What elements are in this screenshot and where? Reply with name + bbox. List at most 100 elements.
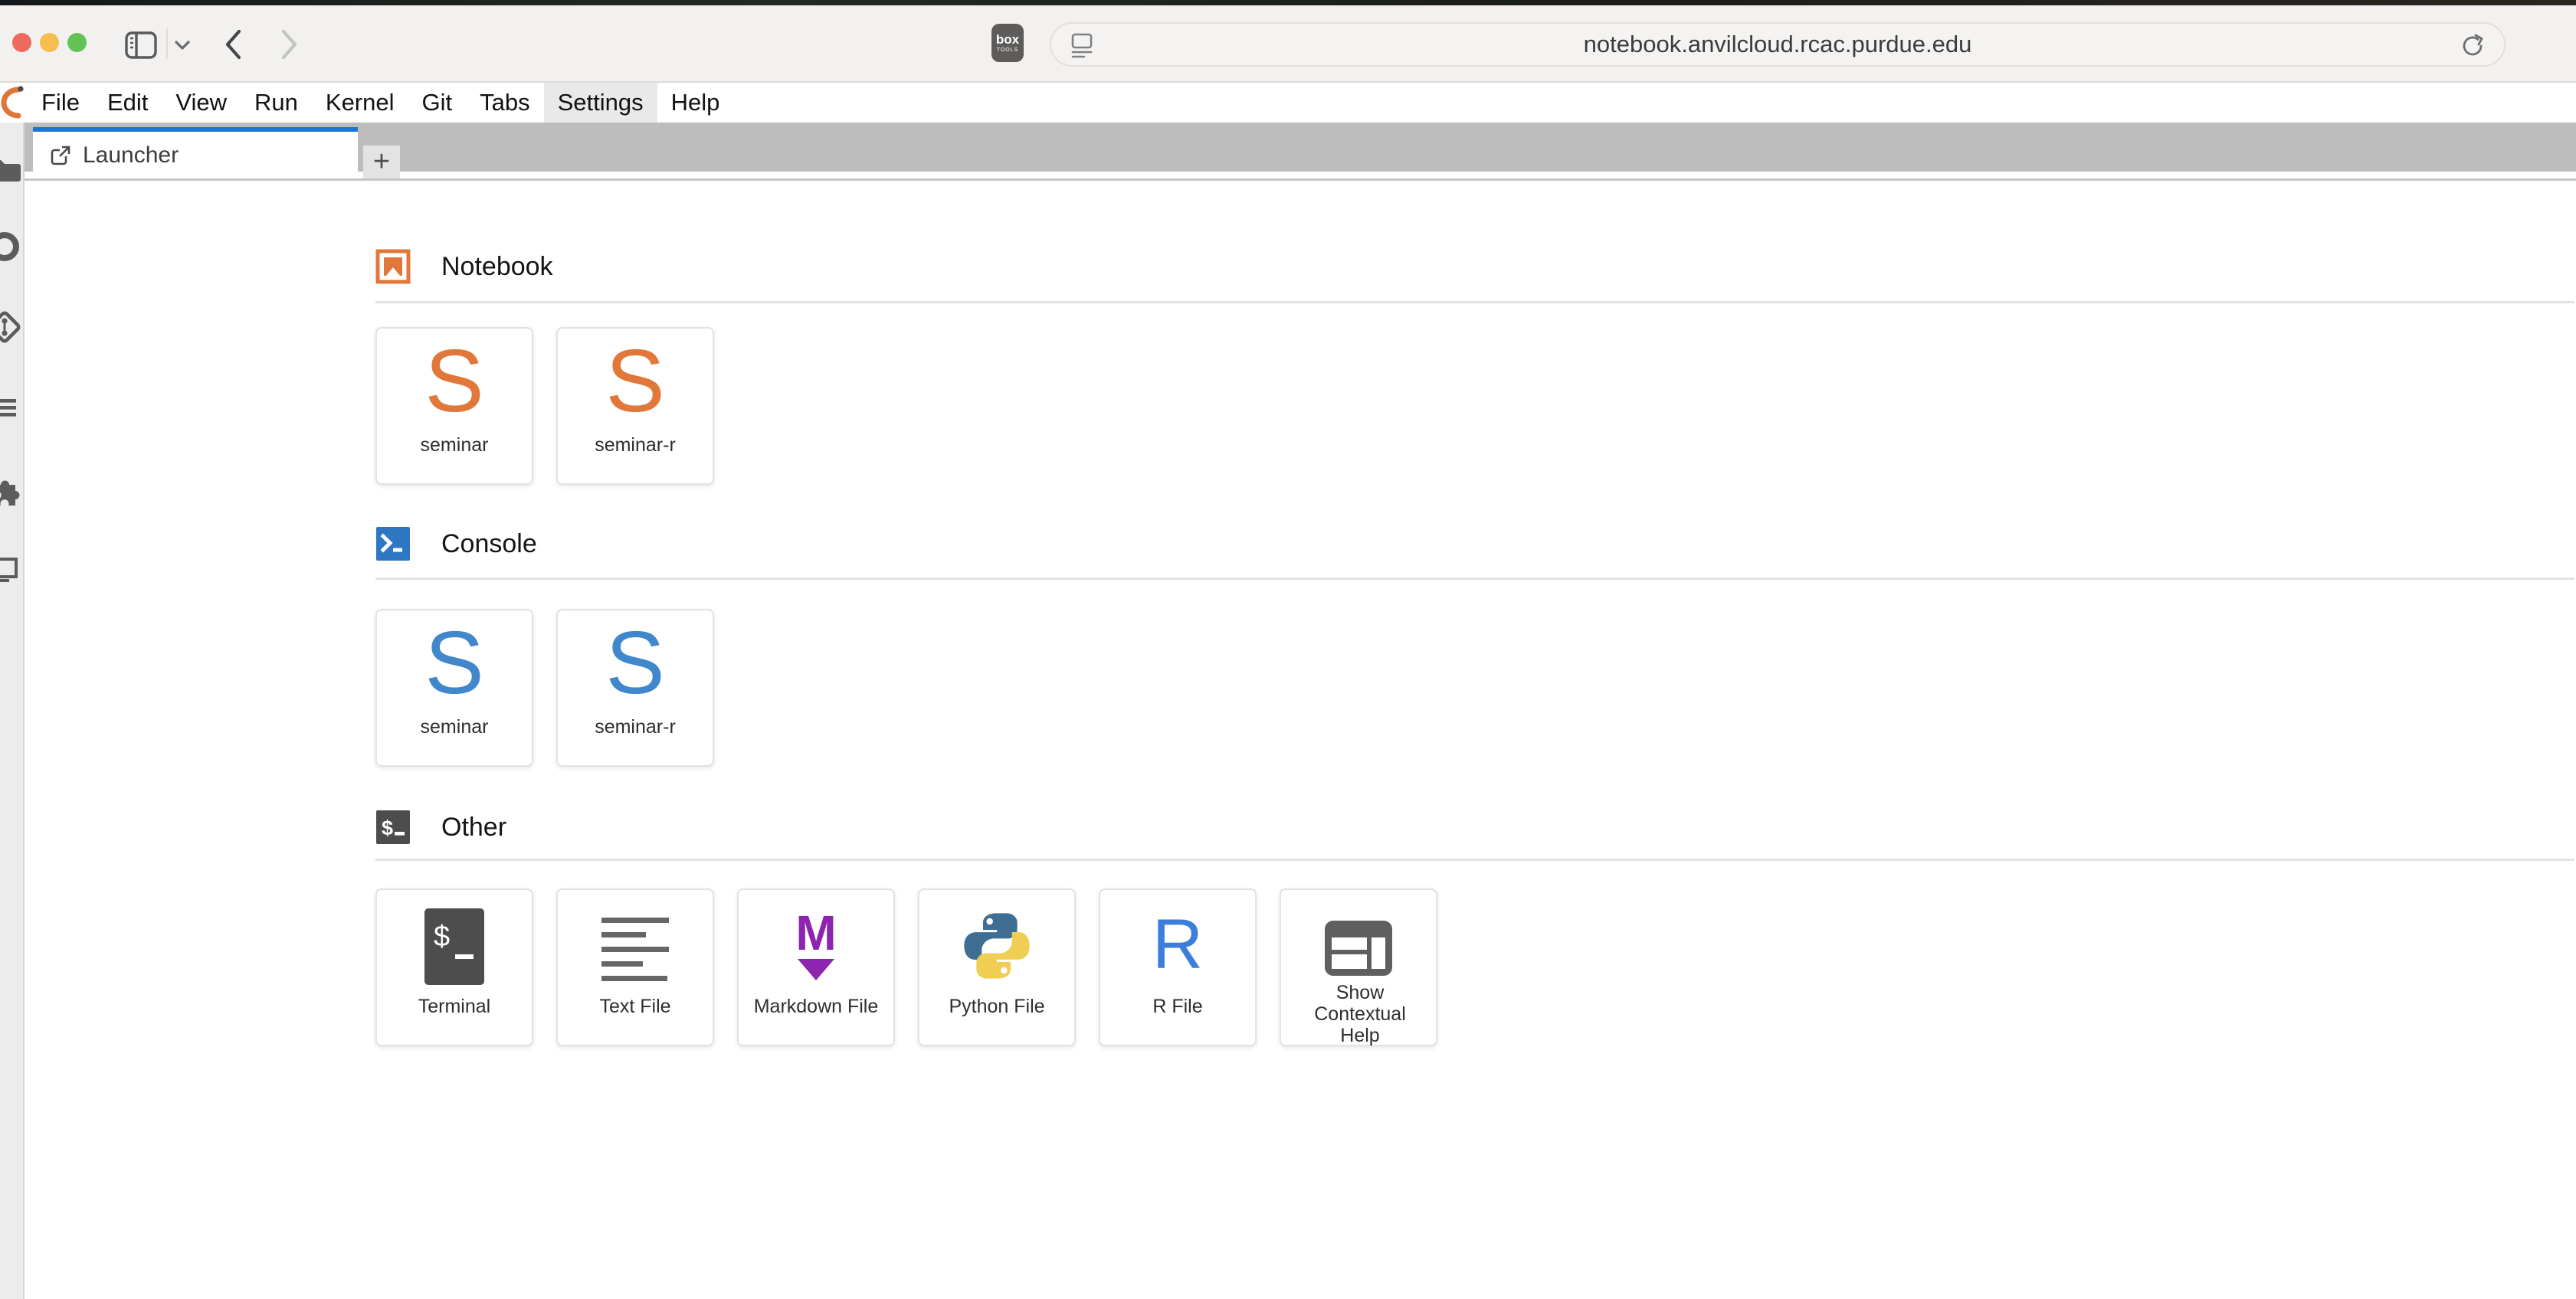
zoom-window-button[interactable]: [67, 33, 87, 52]
card-icon-area: R: [1100, 890, 1255, 994]
running-sessions-icon[interactable]: [0, 229, 22, 264]
launcher-card-show-contextual-help[interactable]: Show Contextual Help: [1280, 888, 1437, 1046]
menu-item-file[interactable]: File: [28, 83, 93, 123]
markdown-arrow: [798, 959, 834, 980]
card-label: Text File: [558, 996, 713, 1017]
card-icon-area: $: [377, 890, 532, 994]
screen: box TOOLS notebook.anvilcloud.rcac.purdu…: [0, 0, 2576, 1299]
launcher-card-python-file[interactable]: Python File: [918, 888, 1076, 1046]
r-file-icon: R: [1152, 909, 1203, 980]
tabbar-gap: [25, 172, 2576, 178]
kernel-glyph: S: [558, 618, 713, 707]
terminal-section-icon: $: [375, 810, 411, 845]
launcher-card-console-seminar[interactable]: S seminar: [375, 609, 533, 767]
app-logo-icon: [0, 83, 31, 122]
card-label: seminar: [377, 434, 532, 456]
console-cards: S seminar S seminar-r: [375, 609, 2576, 767]
underscore-glyph: [455, 954, 474, 959]
markdown-m-glyph: M: [795, 911, 836, 956]
launcher-card-terminal[interactable]: $ Terminal: [375, 888, 533, 1046]
extension-manager-icon[interactable]: [0, 472, 22, 507]
menu-item-tabs[interactable]: Tabs: [466, 83, 543, 123]
menu-item-settings[interactable]: Settings: [544, 83, 657, 123]
section-divider: [375, 859, 2574, 861]
main-dock-panel: Launcher + Notebook: [25, 123, 2576, 1299]
card-label: seminar: [377, 716, 532, 738]
menu-items: File Edit View Run Kernel Git Tabs Setti…: [28, 83, 733, 123]
menu-item-view[interactable]: View: [162, 83, 241, 123]
extension-sublabel: TOOLS: [991, 47, 1024, 53]
toolbar-divider: [166, 28, 168, 59]
section-title: Other: [441, 813, 506, 843]
card-label: Python File: [919, 996, 1074, 1017]
jupyterlab-menubar: File Edit View Run Kernel Git Tabs Setti…: [0, 83, 2576, 123]
table-of-contents-icon[interactable]: [0, 390, 22, 425]
open-tabs-icon[interactable]: [0, 552, 22, 587]
desktop-edge-strip: [0, 0, 2576, 5]
kernel-glyph: S: [558, 336, 713, 425]
kernel-glyph: S: [377, 618, 532, 707]
launcher-card-notebook-seminar-r[interactable]: S seminar-r: [556, 327, 714, 485]
box-tools-extension-button[interactable]: box TOOLS: [991, 24, 1024, 62]
menu-item-help[interactable]: Help: [657, 83, 734, 123]
left-activity-sidebar: [0, 123, 25, 1299]
section-header-console: Console: [375, 526, 2576, 561]
address-bar[interactable]: notebook.anvilcloud.rcac.purdue.edu: [1050, 22, 2506, 67]
card-label: seminar-r: [558, 716, 713, 738]
launcher-card-text-file[interactable]: Text File: [556, 888, 714, 1046]
card-label: Show Contextual Help: [1293, 982, 1427, 1046]
notebook-icon: [375, 249, 411, 284]
card-label: seminar-r: [558, 434, 713, 456]
section-divider: [375, 578, 2574, 580]
chevron-down-icon[interactable]: [173, 39, 192, 51]
terminal-icon: $: [424, 908, 484, 985]
launcher-icon: [50, 145, 71, 166]
git-icon[interactable]: [0, 309, 22, 345]
new-tab-button[interactable]: +: [363, 146, 400, 178]
menu-item-edit[interactable]: Edit: [93, 83, 162, 123]
launcher-panel: Notebook S seminar S seminar-r: [25, 181, 2576, 1299]
browser-toolbar: box TOOLS notebook.anvilcloud.rcac.purdu…: [0, 5, 2576, 83]
markdown-icon: M: [795, 911, 836, 980]
sidebar-toggle-icon[interactable]: [124, 30, 158, 61]
notebook-cards: S seminar S seminar-r: [375, 327, 2576, 485]
kernel-glyph: S: [377, 336, 532, 425]
back-button-icon[interactable]: [222, 28, 244, 61]
launcher-card-markdown-file[interactable]: M Markdown File: [737, 888, 895, 1046]
extension-label: box: [991, 33, 1024, 46]
card-icon-area: [1281, 890, 1436, 994]
tab-launcher[interactable]: Launcher: [33, 127, 358, 178]
file-browser-icon[interactable]: [0, 152, 22, 187]
forward-button-icon[interactable]: [279, 28, 300, 61]
minimize-window-button[interactable]: [40, 33, 59, 52]
url-text: notebook.anvilcloud.rcac.purdue.edu: [1051, 24, 2504, 65]
menu-item-git[interactable]: Git: [408, 83, 467, 123]
section-title: Console: [441, 529, 537, 559]
menu-item-run[interactable]: Run: [241, 83, 312, 123]
reload-icon[interactable]: [2460, 32, 2486, 60]
close-window-button[interactable]: [12, 33, 31, 52]
text-file-icon: [601, 918, 669, 981]
svg-text:$: $: [382, 816, 393, 839]
card-label: R File: [1100, 996, 1255, 1017]
python-icon: [960, 909, 1034, 983]
tab-label: Launcher: [83, 142, 179, 169]
console-icon: [375, 526, 411, 561]
launcher-card-r-file[interactable]: R R File: [1099, 888, 1257, 1046]
tab-bar: Launcher +: [25, 123, 2576, 172]
launcher-card-notebook-seminar[interactable]: S seminar: [375, 327, 533, 485]
launcher-card-console-seminar-r[interactable]: S seminar-r: [556, 609, 714, 767]
contextual-help-icon: [1325, 921, 1392, 976]
card-icon-area: [558, 890, 713, 994]
other-cards: $ Terminal: [375, 888, 2576, 1046]
card-label: Markdown File: [739, 996, 893, 1017]
section-divider: [375, 301, 2574, 303]
card-label: Terminal: [377, 996, 532, 1017]
app-body: Launcher + Notebook: [0, 123, 2576, 1299]
section-title: Notebook: [441, 252, 553, 282]
menu-item-kernel[interactable]: Kernel: [312, 83, 408, 123]
section-header-other: $ Other: [375, 810, 2576, 845]
dollar-glyph: $: [434, 921, 450, 954]
section-header-notebook: Notebook: [375, 249, 2576, 284]
card-icon-area: M: [739, 890, 893, 994]
